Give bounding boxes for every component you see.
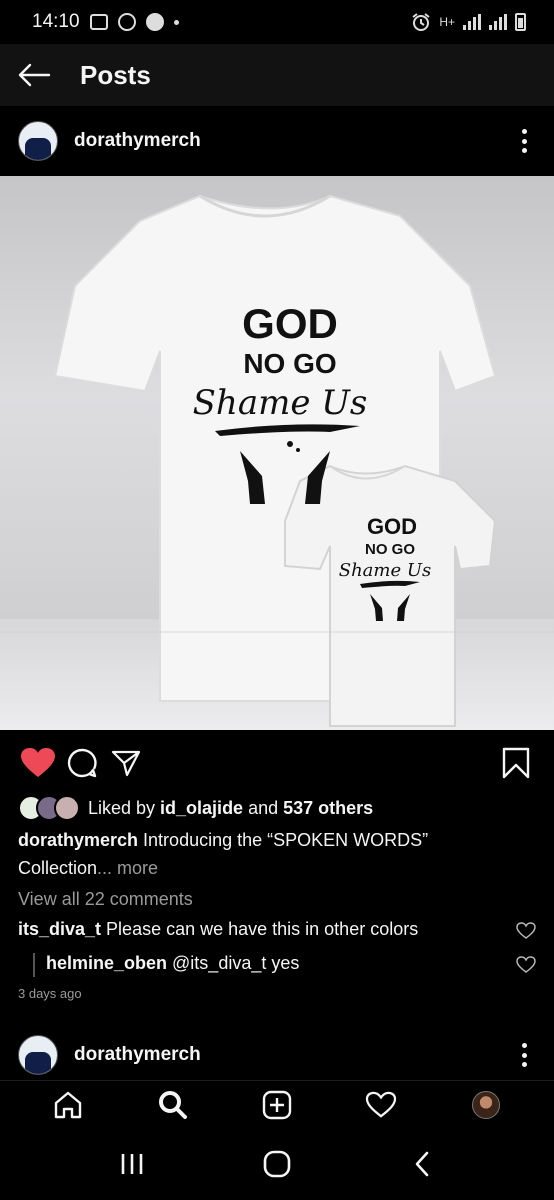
status-time: 14:10 — [32, 11, 80, 32]
back-chevron-icon[interactable] — [392, 1134, 452, 1194]
home-icon[interactable] — [44, 1083, 92, 1127]
arrow-left-icon[interactable] — [0, 44, 66, 106]
heart-filled-icon[interactable] — [16, 741, 60, 785]
comment-icon[interactable] — [60, 741, 104, 785]
hplus-data-icon: H+ — [439, 15, 455, 29]
comment-reply-row: helmine_oben @its_diva_t yes — [46, 953, 536, 975]
comment-text: @its_diva_t yes — [167, 953, 300, 973]
facebook-icon — [145, 13, 164, 31]
next-post-header: dorathymerch — [0, 1030, 554, 1080]
liked-by-user[interactable]: id_olajide — [160, 798, 243, 818]
reply-divider — [33, 953, 35, 977]
gallery-icon — [89, 14, 108, 30]
search-icon[interactable] — [149, 1083, 197, 1127]
shirt-large-line1: GOD — [242, 300, 338, 347]
comment-text: Please can we have this in other colors — [101, 919, 419, 939]
caption-more-link[interactable]: ... more — [97, 858, 158, 878]
alarm-icon — [412, 13, 430, 31]
share-icon[interactable] — [104, 741, 148, 785]
top-app-bar: Posts — [0, 44, 554, 106]
status-bar: 14:10 H+ — [0, 0, 554, 44]
android-navigation-bar — [0, 1128, 554, 1200]
shirt-large-line2: NO GO — [243, 348, 336, 379]
create-icon[interactable] — [253, 1083, 301, 1127]
shirt-small-line2: NO GO — [365, 541, 415, 558]
recents-icon[interactable] — [102, 1134, 162, 1194]
shirt-large-line3: Shame Us — [193, 383, 368, 423]
post-header: dorathymerch — [0, 106, 554, 176]
post-image[interactable]: GOD NO GO Shame Us GOD NO GO Shame Us — [0, 176, 554, 730]
post-caption: dorathymerch Introducing the “SPOKEN WOR… — [18, 826, 514, 882]
battery-icon — [515, 13, 526, 31]
bookmark-icon[interactable] — [494, 741, 538, 785]
page-title: Posts — [80, 59, 151, 90]
avatar[interactable] — [18, 1035, 58, 1075]
comment-row: its_diva_t Please can we have this in ot… — [18, 919, 536, 941]
comment-username[interactable]: helmine_oben — [46, 953, 167, 973]
home-circle-icon[interactable] — [247, 1134, 307, 1194]
tshirt-product-image: GOD NO GO Shame Us GOD NO GO Shame Us — [0, 194, 554, 727]
likes-row[interactable]: Liked by id_olajide and 537 others — [18, 793, 536, 823]
post-actions — [0, 740, 554, 786]
avatar — [54, 795, 80, 821]
signal-icon — [489, 14, 507, 30]
signal-icon — [463, 14, 481, 30]
shirt-small-line3: Shame Us — [339, 560, 432, 581]
status-right: H+ — [411, 12, 526, 32]
next-post-username[interactable]: dorathymerch — [74, 1044, 512, 1066]
more-options-icon[interactable] — [512, 126, 536, 156]
dot-icon — [173, 19, 179, 25]
likes-text: Liked by id_olajide and 537 others — [88, 797, 374, 818]
post-username[interactable]: dorathymerch — [74, 130, 512, 152]
status-left: 14:10 — [32, 11, 179, 33]
more-options-icon[interactable] — [512, 1040, 536, 1070]
comment-like-icon[interactable] — [516, 955, 536, 975]
bottom-navigation — [0, 1080, 554, 1128]
caption-username[interactable]: dorathymerch — [18, 830, 138, 850]
comment-like-icon[interactable] — [516, 921, 536, 941]
view-all-comments-link[interactable]: View all 22 comments — [18, 889, 193, 910]
avatar[interactable] — [18, 121, 58, 161]
whatsapp-icon — [117, 13, 136, 31]
comment-username[interactable]: its_diva_t — [18, 919, 101, 939]
liked-by-others[interactable]: 537 others — [283, 798, 373, 818]
activity-icon[interactable] — [357, 1083, 405, 1127]
liker-avatars — [18, 795, 88, 821]
post-timestamp: 3 days ago — [18, 986, 82, 1001]
profile-avatar[interactable] — [462, 1083, 510, 1127]
shirt-small-line1: GOD — [367, 514, 417, 539]
